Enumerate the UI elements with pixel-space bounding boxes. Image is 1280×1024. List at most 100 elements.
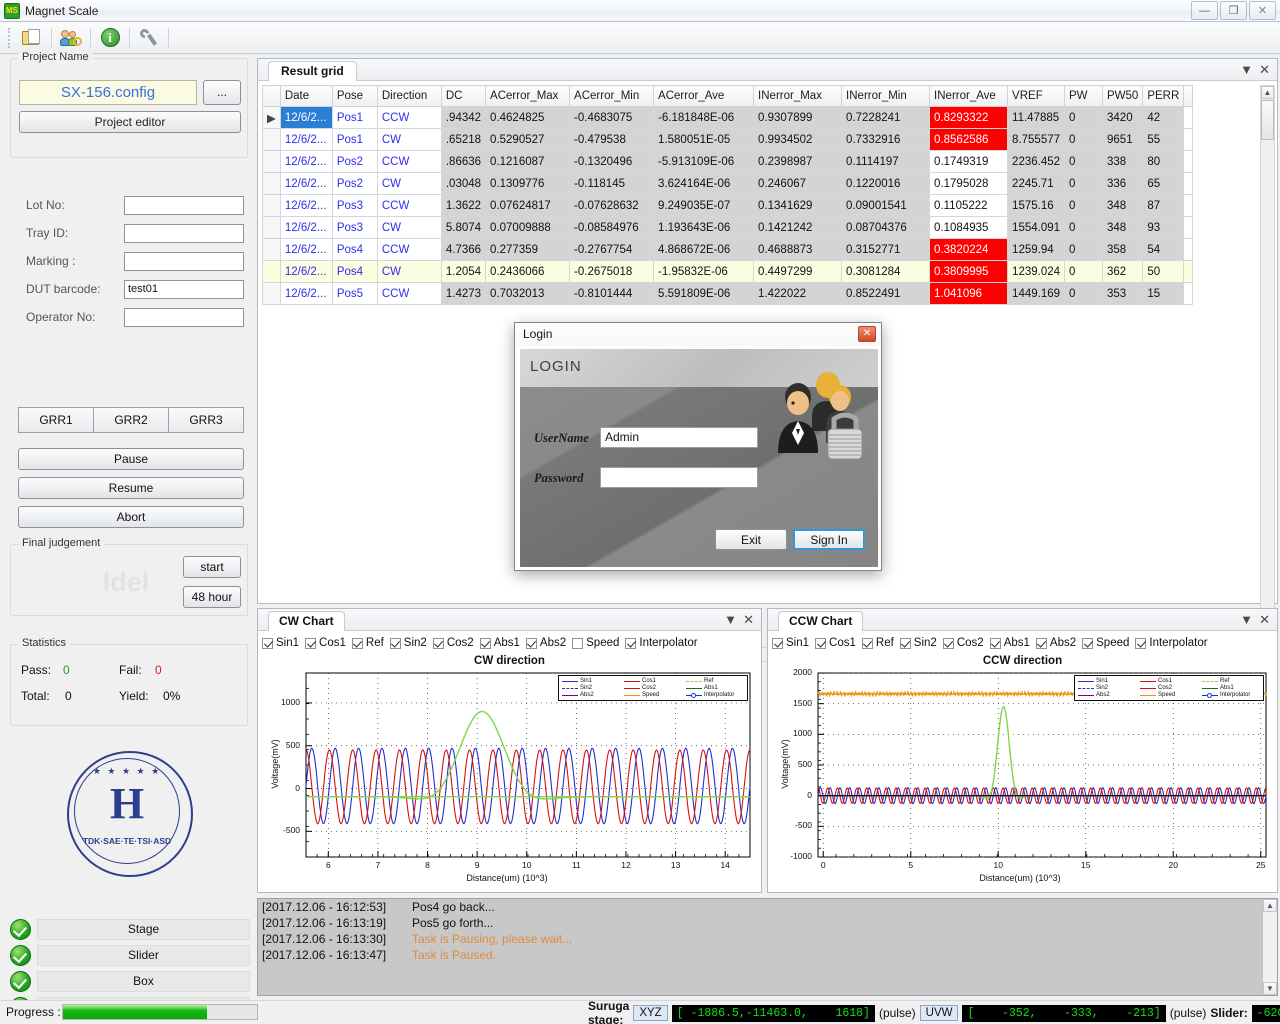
close-button[interactable]: ✕	[1249, 1, 1276, 20]
checkbox-icon[interactable]	[262, 637, 273, 649]
table-row[interactable]: 12/6/2... Pos2 CCW .86636 0.1216087 -0.132049…	[262, 150, 1194, 173]
grid-header-cell[interactable]: Date	[279, 85, 333, 107]
login-close-icon[interactable]: ✕	[858, 326, 876, 342]
open-project-icon[interactable]	[18, 25, 46, 51]
grid-header-cell[interactable]: Direction	[376, 85, 442, 107]
cw-plot-area[interactable]: 6 7 8 9 10 11 12 13 14 -500 0 500 1000 Voltage(mV) Dis…	[258, 669, 756, 891]
checkbox-icon[interactable]	[772, 637, 783, 649]
resume-button[interactable]: Resume	[18, 477, 244, 499]
xyz-chip[interactable]: XYZ	[633, 1005, 668, 1021]
console-scrollbar[interactable]: ▲ ▼	[1262, 899, 1277, 995]
grid-header-cell[interactable]: INerror_Min	[841, 85, 931, 107]
cw-checkbox-speed[interactable]: Speed	[572, 637, 619, 649]
scroll-down-icon[interactable]: ▼	[1263, 982, 1277, 995]
grr2-button[interactable]: GRR2	[94, 407, 169, 433]
grid-header-cell[interactable]: ACerror_Min	[569, 85, 655, 107]
scroll-thumb[interactable]	[1261, 100, 1274, 140]
checkbox-icon[interactable]	[861, 637, 873, 649]
table-row[interactable]: 12/6/2... Pos1 CW .65218 0.5290527 -0.479538 1…	[262, 128, 1194, 151]
table-row[interactable]: 12/6/2... Pos4 CW 1.2054 0.2436066 -0.2675018…	[262, 260, 1194, 283]
table-row[interactable]: 12/6/2... Pos2 CW .03048 0.1309776 -0.118145 3…	[262, 172, 1194, 195]
pause-button[interactable]: Pause	[18, 448, 244, 470]
checkbox-icon[interactable]	[389, 637, 401, 649]
cw-checkbox-cos2[interactable]: Cos2	[432, 637, 474, 649]
panel-close-icon[interactable]: ✕	[743, 612, 754, 628]
checkbox-icon[interactable]	[899, 637, 911, 649]
wrench-icon[interactable]	[135, 25, 163, 51]
grid-header-cell[interactable]: INerror_Ave	[929, 85, 1009, 107]
status-stage-button[interactable]: Stage	[37, 918, 250, 940]
checkbox-icon[interactable]	[1035, 637, 1047, 649]
abort-button[interactable]: Abort	[18, 506, 244, 528]
scroll-up-icon[interactable]: ▲	[1261, 86, 1274, 99]
tab-result-grid[interactable]: Result grid	[268, 61, 357, 81]
checkbox-icon[interactable]	[432, 637, 444, 649]
operator-no-input[interactable]	[124, 308, 244, 327]
tab-cw-chart[interactable]: CW Chart	[268, 611, 345, 631]
grr3-button[interactable]: GRR3	[169, 407, 244, 433]
cw-checkbox-cos1[interactable]: Cos1	[305, 637, 346, 649]
grid-header-cell[interactable]: PW	[1064, 85, 1104, 107]
username-input[interactable]: Admin	[600, 427, 758, 448]
ccw-checkbox-cos2[interactable]: Cos2	[942, 637, 984, 649]
table-row[interactable]: 12/6/2... Pos3 CW 5.8074 0.07009888 -0.085849…	[262, 216, 1194, 239]
dut-barcode-input[interactable]: test01	[124, 280, 244, 299]
checkbox-icon[interactable]	[815, 637, 827, 649]
project-name-value[interactable]: SX-156.config	[19, 80, 197, 105]
cw-checkbox-ref[interactable]: Ref	[351, 637, 384, 649]
cw-checkbox-abs2[interactable]: Abs2	[525, 637, 566, 649]
table-row[interactable]: 12/6/2... Pos4 CCW 4.7366 0.277359 -0.2767754…	[262, 238, 1194, 261]
checkbox-icon[interactable]	[625, 637, 637, 649]
grid-header-cell[interactable]: VREF	[1007, 85, 1066, 107]
ccw-checkbox-sin1[interactable]: Sin1	[772, 637, 809, 649]
48-hour-button[interactable]: 48 hour	[183, 586, 241, 608]
checkbox-icon[interactable]	[525, 637, 537, 649]
tray-id-input[interactable]	[124, 224, 244, 243]
toolbar-grip[interactable]	[8, 27, 12, 48]
grid-header-cell[interactable]: DC	[440, 85, 487, 107]
status-box-button[interactable]: Box	[37, 970, 250, 992]
ccw-checkbox-abs2[interactable]: Abs2	[1035, 637, 1076, 649]
sign-in-button[interactable]: Sign In	[793, 529, 865, 550]
tab-ccw-chart[interactable]: CCW Chart	[778, 611, 864, 631]
ccw-checkbox-speed[interactable]: Speed	[1082, 637, 1129, 649]
cw-checkbox-abs1[interactable]: Abs1	[479, 637, 520, 649]
minimize-button[interactable]: —	[1191, 1, 1218, 20]
ccw-checkbox-sin2[interactable]: Sin2	[899, 637, 937, 649]
checkbox-icon[interactable]	[572, 637, 584, 649]
cw-checkbox-sin1[interactable]: Sin1	[262, 637, 299, 649]
grid-header-cell[interactable]: ACerror_Ave	[653, 85, 755, 107]
panel-menu-icon[interactable]: ▼	[1240, 612, 1253, 627]
checkbox-icon[interactable]	[942, 637, 954, 649]
status-slider-button[interactable]: Slider	[37, 944, 250, 966]
log-console[interactable]: [2017.12.06 - 16:12:53] Pos4 go back... [2…	[257, 898, 1278, 996]
panel-menu-icon[interactable]: ▼	[724, 612, 737, 627]
result-grid-table-wrap[interactable]: Date Pose Direction DC ACerror_Max ACerror_Mi…	[262, 85, 1274, 343]
password-input[interactable]	[600, 467, 758, 488]
ccw-checkbox-ref[interactable]: Ref	[861, 637, 894, 649]
grid-header-cell[interactable]: Pose	[331, 85, 378, 107]
grid-header-cell[interactable]: PERR	[1142, 85, 1185, 107]
table-row[interactable]: 12/6/2... Pos5 CCW 1.4273 0.7032013 -0.810144…	[262, 282, 1194, 305]
grr1-button[interactable]: GRR1	[18, 407, 94, 433]
checkbox-icon[interactable]	[1082, 637, 1094, 649]
grid-vertical-scrollbar[interactable]: ▲ ▼	[1260, 85, 1275, 645]
table-row[interactable]: 12/6/2... Pos3 CCW 1.3622 0.07624817 -0.07628…	[262, 194, 1194, 217]
ccw-checkbox-interpolator[interactable]: Interpolator	[1135, 637, 1208, 649]
uvw-chip[interactable]: UVW	[919, 1005, 959, 1021]
checkbox-icon[interactable]	[989, 637, 1001, 649]
checkbox-icon[interactable]	[351, 637, 363, 649]
project-editor-button[interactable]: Project editor	[19, 111, 241, 133]
checkbox-icon[interactable]	[305, 637, 317, 649]
grid-header-cell[interactable]: INerror_Max	[753, 85, 843, 107]
project-browse-button[interactable]: ...	[203, 80, 241, 105]
ccw-plot-area[interactable]: 0 5 10 15 20 25 -1000 -500 0 500 1000 1500 2000 Volta…	[768, 667, 1272, 891]
table-row[interactable]: ▶ 12/6/2... Pos1 CCW .94342 0.4624825 -0.46830…	[262, 106, 1194, 129]
grid-header-cell[interactable]: ACerror_Max	[485, 85, 571, 107]
panel-menu-icon[interactable]: ▼	[1240, 62, 1253, 77]
ccw-checkbox-abs1[interactable]: Abs1	[989, 637, 1030, 649]
panel-close-icon[interactable]: ✕	[1259, 62, 1270, 78]
cw-checkbox-sin2[interactable]: Sin2	[389, 637, 427, 649]
ccw-checkbox-cos1[interactable]: Cos1	[815, 637, 856, 649]
restore-button[interactable]: ❐	[1220, 1, 1247, 20]
